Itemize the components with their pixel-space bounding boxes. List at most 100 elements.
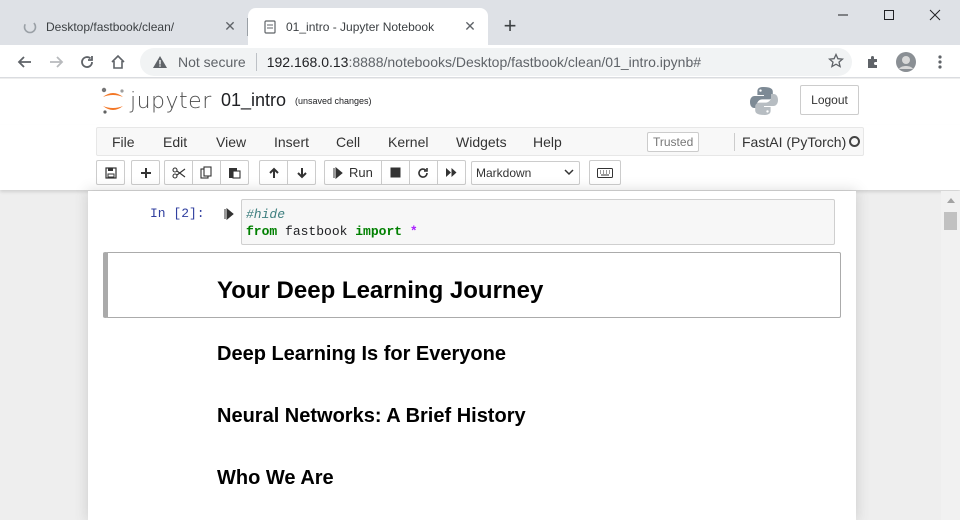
- cut-button[interactable]: [164, 160, 193, 185]
- new-tab-button[interactable]: +: [498, 13, 522, 38]
- reload-button[interactable]: [74, 49, 100, 75]
- save-button[interactable]: [96, 160, 125, 185]
- python-logo: [748, 85, 780, 122]
- warning-info-icon[interactable]: [152, 54, 168, 70]
- menubar: File Edit View Insert Cell Kernel Widget…: [96, 127, 864, 156]
- menu-help[interactable]: Help: [533, 134, 562, 150]
- copy-button[interactable]: [192, 160, 221, 185]
- heading-h1: Your Deep Learning Journey: [217, 277, 544, 304]
- cell-type-value: Markdown: [476, 166, 532, 180]
- menu-kernel[interactable]: Kernel: [388, 134, 428, 150]
- scroll-up-arrow-icon[interactable]: [941, 193, 960, 207]
- kernel-name[interactable]: FastAI (PyTorch): [742, 134, 846, 150]
- jupyter-logo[interactable]: jupyter: [100, 87, 212, 115]
- notebook-container: In [2]: #hide from fastbook import * You…: [88, 191, 856, 520]
- run-cell-icon[interactable]: [224, 207, 234, 225]
- puzzle-icon: [868, 56, 877, 68]
- bookmark-star-icon[interactable]: [827, 52, 845, 72]
- menu-file[interactable]: File: [112, 134, 135, 150]
- forward-arrow-icon: [50, 56, 64, 68]
- interrupt-kernel-button[interactable]: [380, 160, 410, 185]
- address-bar[interactable]: Not secure 192.168.0.13:8888/notebooks/D…: [140, 48, 852, 76]
- kernel-idle-indicator-icon: [849, 136, 860, 147]
- code-comment: #hide: [246, 207, 286, 222]
- menubar-separator: [734, 133, 735, 151]
- save-button-group: [96, 160, 125, 185]
- menu-view[interactable]: View: [216, 134, 246, 150]
- logout-button[interactable]: Logout: [800, 85, 859, 115]
- jupyter-logo-text: jupyter: [130, 88, 212, 114]
- scrollbar-thumb[interactable]: [944, 212, 957, 230]
- run-label: Run: [349, 165, 373, 180]
- arrow-down-icon: [296, 167, 307, 178]
- copy-icon: [200, 166, 212, 179]
- close-tab-icon[interactable]: ✕: [220, 17, 240, 37]
- loading-spinner-icon: [22, 19, 38, 35]
- heading-h2: Who We Are: [217, 467, 334, 489]
- code-keyword-from: from: [246, 224, 278, 239]
- close-window-button[interactable]: [912, 0, 958, 30]
- jupyter-header: jupyter 01_intro (unsaved changes) Logou…: [0, 79, 960, 125]
- back-button[interactable]: [12, 49, 38, 75]
- back-arrow-icon: [17, 56, 31, 68]
- code-keyword-import: import: [355, 224, 403, 239]
- menu-cell[interactable]: Cell: [336, 134, 360, 150]
- step-forward-icon: [333, 166, 343, 179]
- profile-avatar[interactable]: [893, 49, 919, 75]
- minimize-window-button[interactable]: [820, 0, 866, 30]
- insert-cell-button[interactable]: [131, 160, 160, 185]
- move-button-group: [259, 160, 316, 185]
- trusted-indicator[interactable]: Trusted: [647, 132, 700, 152]
- run-button-group: Run: [324, 160, 466, 185]
- code-line-2: from fastbook import *: [246, 223, 830, 240]
- paste-button[interactable]: [220, 160, 249, 185]
- home-button[interactable]: [105, 49, 131, 75]
- browser-tab-file-tree[interactable]: Desktop/fastbook/clean/ ✕: [8, 8, 248, 45]
- python-logo-icon: [750, 87, 778, 115]
- forward-button[interactable]: [43, 49, 69, 75]
- home-icon: [111, 54, 125, 69]
- stop-icon: [390, 167, 401, 178]
- heading-h2: Deep Learning Is for Everyone: [217, 343, 506, 365]
- avatar-icon: [896, 52, 916, 72]
- move-up-button[interactable]: [259, 160, 288, 185]
- tab-title: 01_intro - Jupyter Notebook: [286, 19, 435, 34]
- maximize-window-button[interactable]: [866, 0, 912, 30]
- code-cell-input[interactable]: #hide from fastbook import *: [241, 199, 835, 245]
- code-line-1: #hide: [246, 206, 830, 223]
- restart-kernel-button[interactable]: [408, 160, 438, 185]
- url-host: 192.168.0.13: [266, 54, 349, 70]
- menu-widgets[interactable]: Widgets: [456, 134, 507, 150]
- page-scrollbar[interactable]: [941, 191, 960, 520]
- command-palette-group: [589, 160, 621, 185]
- move-down-button[interactable]: [287, 160, 316, 185]
- insert-button-group: [131, 160, 160, 185]
- url-path: :8888/notebooks/Desktop/fastbook/clean/0…: [348, 54, 702, 70]
- restart-run-all-button[interactable]: [436, 160, 466, 185]
- fast-forward-icon: [445, 168, 457, 177]
- save-status: (unsaved changes): [295, 96, 372, 106]
- code-module: fastbook: [277, 224, 356, 239]
- command-palette-button[interactable]: [589, 160, 621, 185]
- tab-title: Desktop/fastbook/clean/: [46, 19, 175, 34]
- notebook-name[interactable]: 01_intro: [221, 90, 286, 111]
- menu-insert[interactable]: Insert: [274, 134, 309, 150]
- menu-edit[interactable]: Edit: [163, 134, 187, 150]
- browser-tab-notebook[interactable]: 01_intro - Jupyter Notebook ✕: [248, 8, 488, 45]
- arrow-up-icon: [268, 167, 279, 178]
- kebab-menu-icon: [938, 55, 942, 69]
- close-tab-icon[interactable]: ✕: [460, 17, 480, 37]
- reload-icon: [81, 56, 93, 68]
- keyboard-icon: [597, 167, 613, 178]
- extensions-button[interactable]: [860, 49, 886, 75]
- cell-type-select[interactable]: Markdown: [471, 161, 580, 185]
- plus-icon: [140, 167, 151, 178]
- scissors-icon: [171, 166, 185, 179]
- not-secure-label[interactable]: Not secure: [178, 54, 246, 70]
- run-button[interactable]: Run: [324, 160, 382, 185]
- browser-toolbar: Not secure 192.168.0.13:8888/notebooks/D…: [0, 45, 960, 78]
- browser-menu-button[interactable]: [927, 49, 953, 75]
- clipboard-icon: [229, 168, 241, 179]
- edit-button-group: [164, 160, 249, 185]
- code-star: *: [402, 224, 418, 239]
